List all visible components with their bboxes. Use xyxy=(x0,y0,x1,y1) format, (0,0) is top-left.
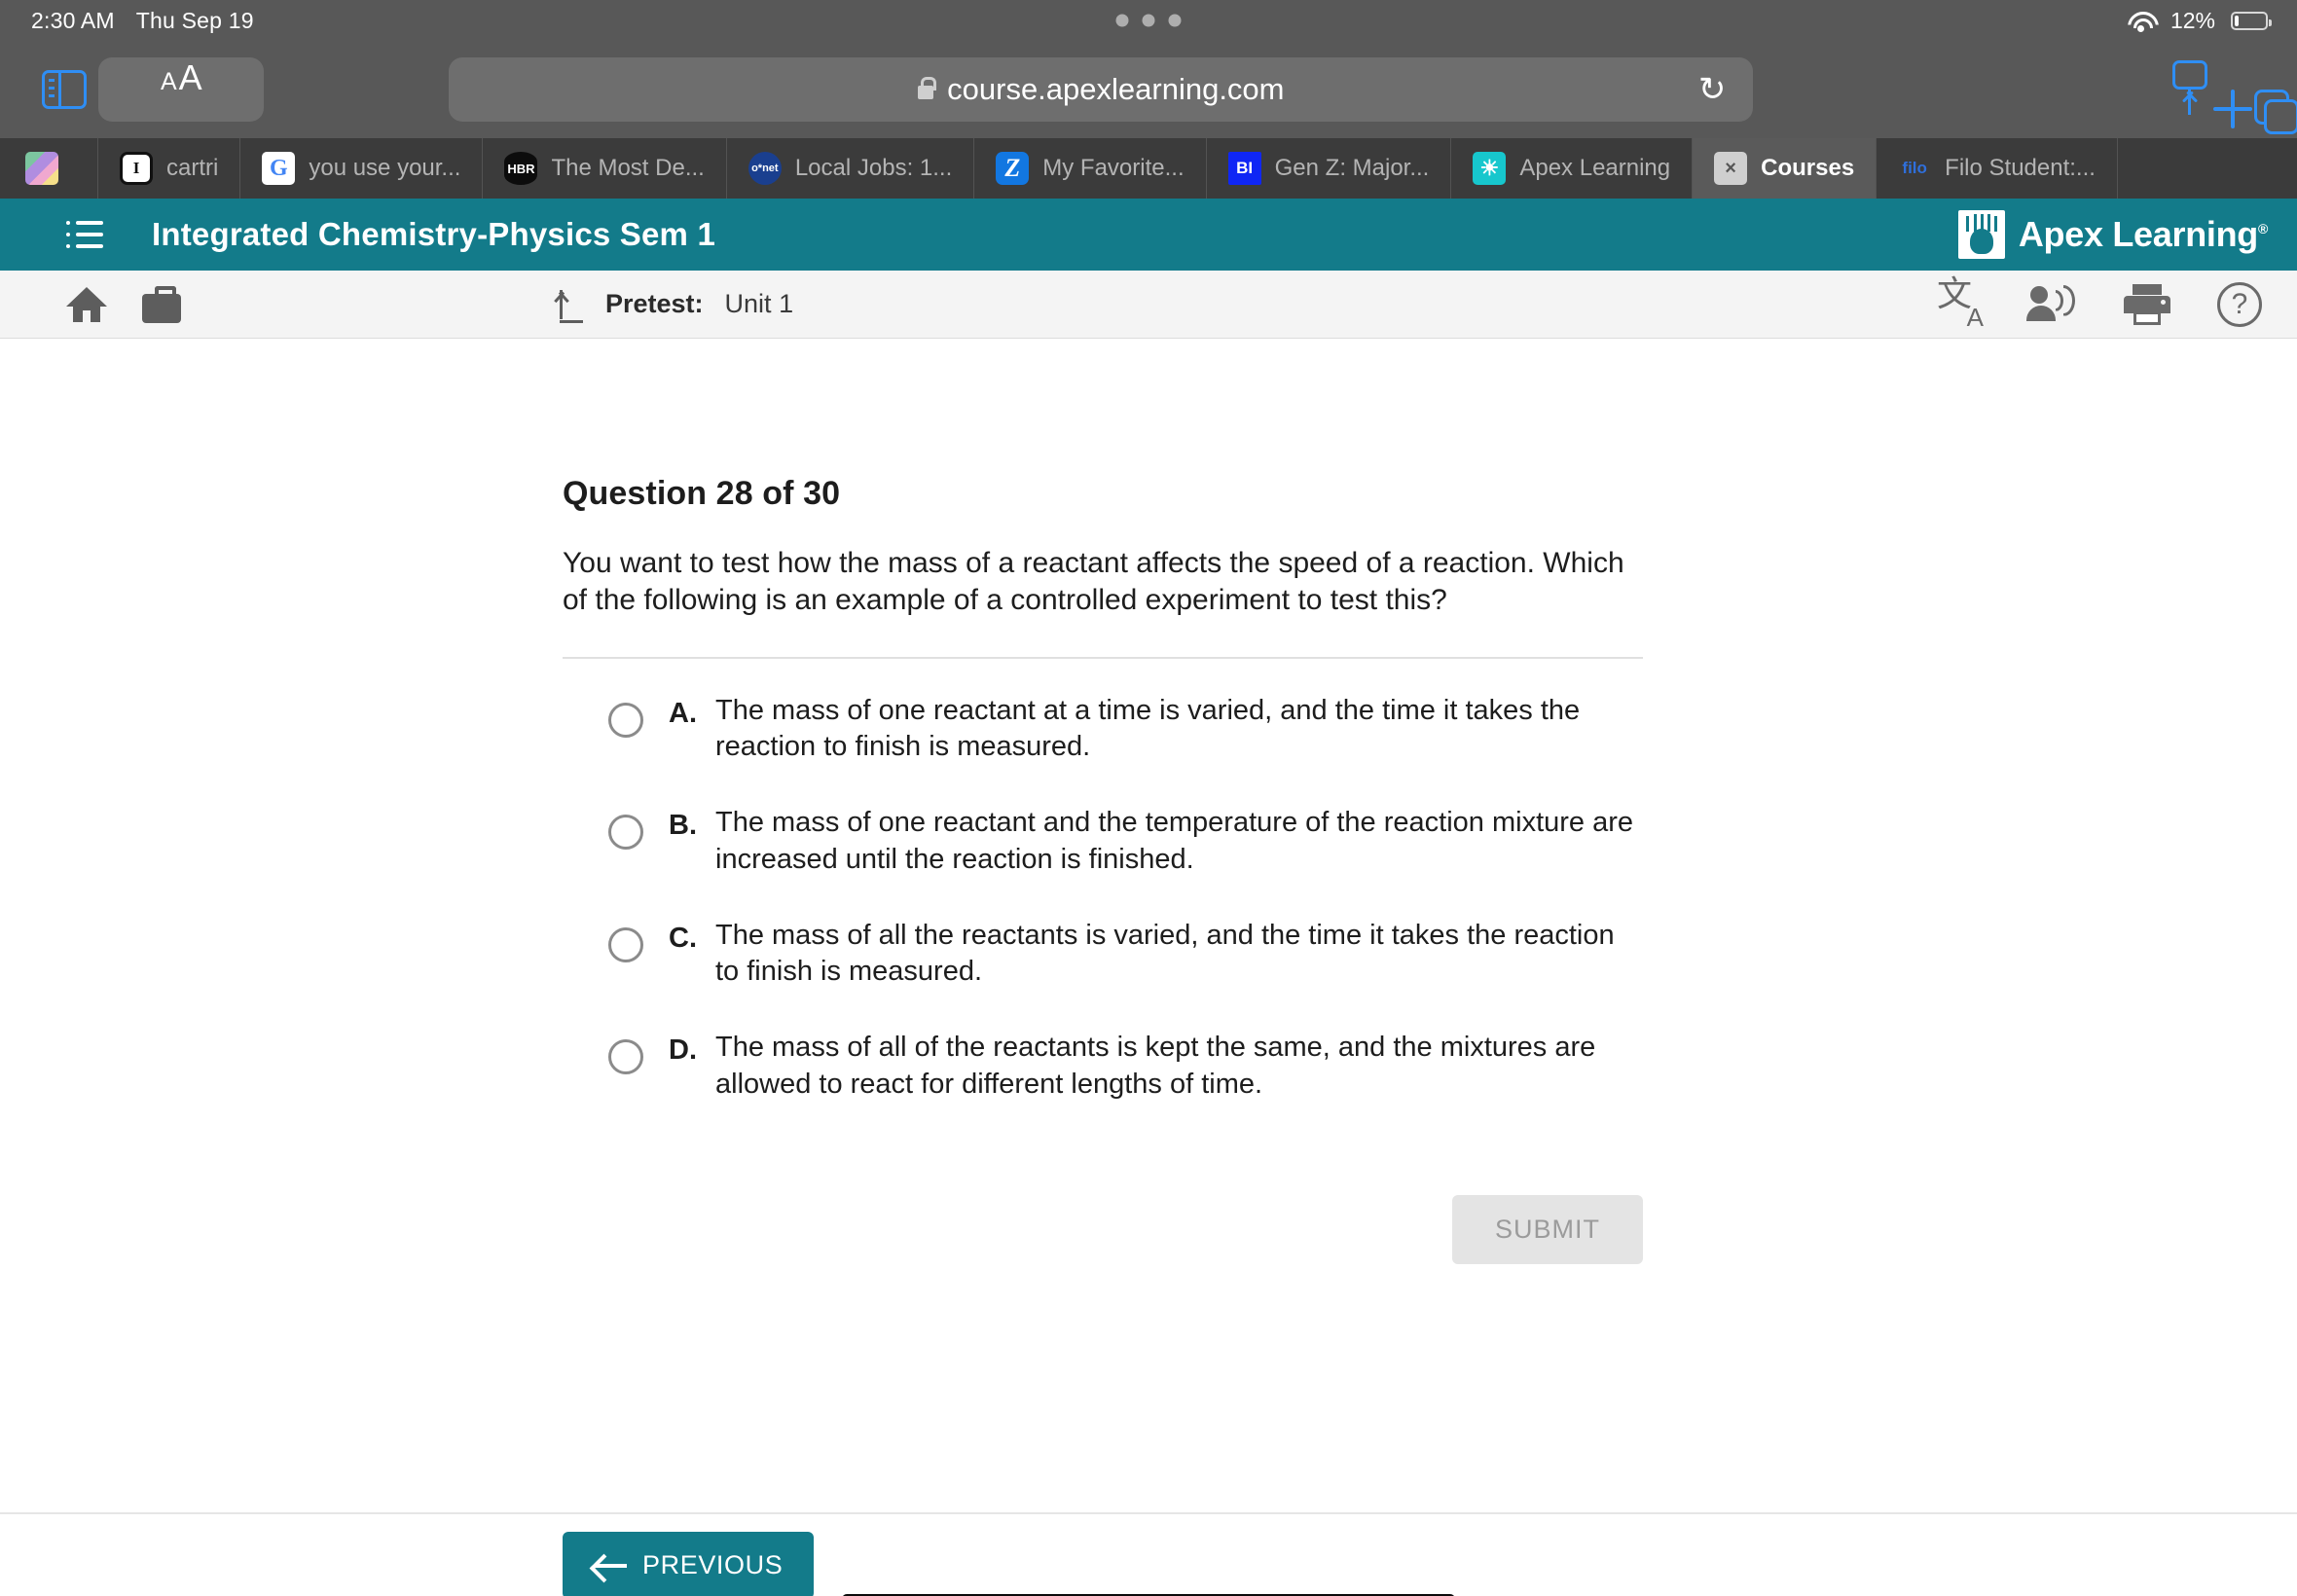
divider xyxy=(563,656,1643,659)
filo-icon: filo xyxy=(1902,159,1927,177)
apex-logo-text: Apex Learning® xyxy=(2018,214,2268,254)
translate-icon[interactable]: 文A xyxy=(1937,276,1984,330)
answer-option-a[interactable]: A. The mass of one reactant at a time is… xyxy=(563,693,1643,766)
answer-option-d[interactable]: D. The mass of all of the reactants is k… xyxy=(563,1030,1643,1103)
apex-learning-icon: ☀ xyxy=(1473,152,1507,185)
tab-title: My Favorite... xyxy=(1042,155,1185,181)
text-to-speech-icon[interactable] xyxy=(2026,284,2077,325)
lock-icon xyxy=(918,77,937,99)
google-icon: G xyxy=(262,152,296,185)
question-content-area: Question 28 of 30 You want to test how t… xyxy=(0,339,2297,1512)
close-icon[interactable]: × xyxy=(1714,152,1748,185)
url-text: course.apexlearning.com xyxy=(947,72,1285,106)
home-icon[interactable] xyxy=(66,286,107,322)
answer-option-b[interactable]: B. The mass of one reactant and the temp… xyxy=(563,805,1643,878)
browser-tab[interactable]: I cartri xyxy=(98,138,241,199)
option-text: The mass of one reactant and the tempera… xyxy=(715,807,1634,875)
help-icon[interactable]: ? xyxy=(2217,281,2262,327)
option-letter: D. xyxy=(669,1034,697,1066)
radio-button-b[interactable] xyxy=(608,815,643,851)
multitasking-indicator[interactable] xyxy=(1115,14,1182,27)
reload-icon[interactable]: ↻ xyxy=(1698,73,1727,106)
safari-toolbar: A A course.apexlearning.com ↻ xyxy=(0,41,2297,138)
ios-status-bar: 2:30 AM Thu Sep 19 12% xyxy=(0,0,2297,41)
tab-title: Gen Z: Major... xyxy=(1274,155,1430,181)
print-icon[interactable] xyxy=(2124,283,2170,325)
status-bar-left: 2:30 AM Thu Sep 19 xyxy=(0,8,254,34)
previous-button[interactable]: PREVIOUS xyxy=(563,1532,815,1596)
question-prompt: You want to test how the mass of a react… xyxy=(563,547,1624,617)
browser-tab[interactable]: BI Gen Z: Major... xyxy=(1207,138,1452,199)
clock-date: Thu Sep 19 xyxy=(135,7,254,33)
battery-percent-label: 12% xyxy=(2169,7,2215,33)
apex-sun-bulb-icon xyxy=(1957,210,2005,259)
text-size-large-label: A xyxy=(178,57,202,97)
tab-title: cartri xyxy=(166,155,219,181)
tab-title: Filo Student:... xyxy=(1945,155,2096,181)
address-bar-content: course.apexlearning.com xyxy=(449,72,1753,107)
browser-tab[interactable]: ☀ Apex Learning xyxy=(1451,138,1694,199)
submit-button[interactable]: SUBMIT xyxy=(1451,1195,1643,1264)
arrow-left-icon xyxy=(594,1554,627,1578)
sidebar-toggle-icon xyxy=(42,69,87,110)
onet-icon: o*net xyxy=(747,152,782,185)
tab-title: Local Jobs: 1... xyxy=(794,155,953,181)
browser-tab[interactable]: G you use your... xyxy=(240,138,484,199)
wifi-icon xyxy=(2126,10,2155,32)
text-size-small-label: A xyxy=(160,68,177,95)
clock-time: 2:30 AM xyxy=(31,7,115,33)
tab-title: The Most De... xyxy=(551,155,705,181)
breadcrumb-value: Unit 1 xyxy=(724,289,794,318)
option-letter: A. xyxy=(669,697,697,729)
business-insider-icon: BI xyxy=(1227,152,1261,185)
previous-button-label: PREVIOUS xyxy=(642,1550,784,1579)
trademark-symbol: ® xyxy=(2257,221,2268,236)
radio-button-c[interactable] xyxy=(608,926,643,962)
breadcrumb-label: Pretest: xyxy=(605,289,704,318)
up-level-arrow-icon[interactable] xyxy=(551,286,584,323)
option-text: The mass of one reactant at a time is va… xyxy=(715,694,1581,763)
answer-option-c[interactable]: C. The mass of all the reactants is vari… xyxy=(563,918,1643,991)
address-bar[interactable]: A A course.apexlearning.com ↻ xyxy=(98,57,1754,122)
text-size-button[interactable]: A A xyxy=(98,57,265,122)
tool-row-icons: 文A ? xyxy=(1937,276,2262,330)
browser-tab[interactable]: filo Filo Student:... xyxy=(1877,138,2118,199)
option-letter: B. xyxy=(669,810,697,842)
page-title: Integrated Chemistry-Physics Sem 1 xyxy=(152,216,716,252)
browser-tab-strip: I cartri G you use your... HBR The Most … xyxy=(0,138,2297,199)
option-text: The mass of all of the reactants is kept… xyxy=(715,1031,1596,1100)
breadcrumb: Pretest: Unit 1 xyxy=(551,286,793,323)
question-block: Question 28 of 30 You want to test how t… xyxy=(563,475,1643,1142)
zillow-icon: Z xyxy=(996,152,1030,185)
option-text: The mass of all the reactants is varied,… xyxy=(715,919,1615,988)
browser-tab-active[interactable]: × Courses xyxy=(1693,138,1878,199)
question-heading: Question 28 of 30 xyxy=(563,475,841,512)
app-header: Integrated Chemistry-Physics Sem 1 Apex … xyxy=(0,199,2297,271)
radio-button-d[interactable] xyxy=(608,1038,643,1074)
browser-tab[interactable]: HBR The Most De... xyxy=(483,138,727,199)
sidebar-toggle-button[interactable] xyxy=(29,54,99,125)
status-bar-right: 12% xyxy=(2126,8,2297,34)
navigation-footer: PREVIOUS xyxy=(0,1512,2297,1596)
apex-learning-logo: Apex Learning® xyxy=(1957,210,2268,259)
letter-i-icon: I xyxy=(120,152,153,185)
tab-title: Apex Learning xyxy=(1519,155,1671,181)
course-tool-row: Pretest: Unit 1 文A ? xyxy=(0,271,2297,339)
battery-icon xyxy=(2231,11,2272,30)
radio-button-a[interactable] xyxy=(608,702,643,738)
browser-tab[interactable]: Z My Favorite... xyxy=(974,138,1207,199)
briefcase-icon[interactable] xyxy=(142,285,181,323)
hbr-icon: HBR xyxy=(504,152,538,185)
hamburger-menu-icon[interactable] xyxy=(66,221,103,248)
answer-options-list: A. The mass of one reactant at a time is… xyxy=(563,693,1643,1104)
browser-tab[interactable] xyxy=(0,138,98,199)
image-thumbnail-icon xyxy=(25,152,58,185)
browser-tab[interactable]: o*net Local Jobs: 1... xyxy=(727,138,975,199)
option-letter: C. xyxy=(669,922,697,954)
submit-row: SUBMIT xyxy=(0,1195,1643,1264)
tab-title: Courses xyxy=(1761,155,1855,181)
tab-title: you use your... xyxy=(309,155,461,181)
